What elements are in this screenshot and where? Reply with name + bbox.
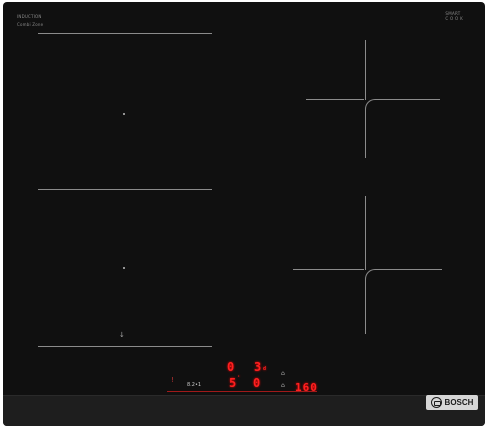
zone-a-level-display[interactable]: 0 [227, 360, 235, 374]
bosch-logo-icon [430, 397, 442, 408]
zone-right-bottom-corner [365, 269, 380, 284]
zone-right-top-horizontal-right [378, 99, 440, 100]
zone-left-bottom-center-dot[interactable] [123, 267, 125, 269]
zone-right-top-vertical-lower [365, 112, 366, 158]
zone-c-mark: ˈ [237, 375, 242, 382]
zone-left-top-line [38, 33, 212, 34]
zone-c-level-display[interactable]: 5 [229, 376, 237, 390]
zone-left-middle-line [38, 189, 212, 190]
zone-right-bottom-horizontal-left [293, 269, 364, 270]
smart-subtitle: C O O K [445, 16, 463, 21]
smart-cook-label: SMART C O O K [445, 11, 463, 21]
zone-right-top-horizontal-left [306, 99, 364, 100]
cooktop-surface: INDUCTION Combi Zone SMART C O O K ↓ 0 3… [3, 2, 485, 426]
zone-d-level-display[interactable]: 0 [253, 376, 261, 390]
hot-indicator-icon: ! [171, 376, 174, 384]
induction-title: INDUCTION [17, 14, 42, 19]
timer-icon[interactable]: ⌂ [281, 382, 285, 389]
zone-right-bottom-vertical-lower [365, 282, 366, 334]
zone-right-bottom-vertical-upper [365, 196, 366, 270]
hand-icon: ↓ [119, 331, 125, 339]
left-small-readout: 8.2•1 [187, 382, 202, 388]
zone-right-bottom-horizontal-right [378, 269, 442, 270]
timer-display[interactable]: 160 [295, 381, 318, 394]
zone-b-level-display[interactable]: 3 [254, 360, 262, 374]
front-frame [3, 395, 485, 426]
induction-subtitle: Combi Zone [17, 22, 44, 27]
brand-name: BOSCH [444, 398, 474, 407]
zone-left-bottom-line [38, 346, 212, 347]
brand-badge: BOSCH [426, 395, 478, 410]
zone-right-top-vertical-upper [365, 40, 366, 100]
lock-icon[interactable]: ⌂ [281, 370, 285, 377]
zone-b-suffix: d [263, 366, 268, 372]
zone-right-top-corner [365, 99, 380, 114]
slider-top-line [167, 391, 317, 392]
induction-label: INDUCTION Combi Zone [17, 14, 43, 27]
zone-left-top-center-dot[interactable] [123, 113, 125, 115]
